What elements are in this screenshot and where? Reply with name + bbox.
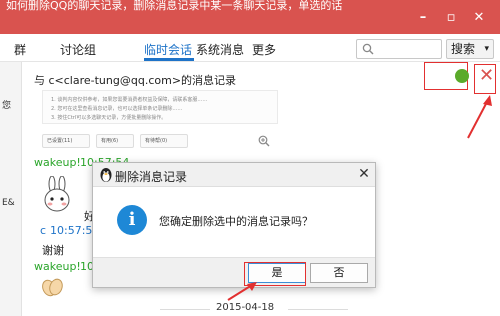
arrow-to-delete-icon — [467, 99, 489, 139]
tab-groups[interactable]: 群 — [14, 41, 26, 58]
pill-button[interactable]: 有用(6) — [96, 134, 134, 148]
info-icon: i — [117, 205, 147, 235]
delete-record-icon[interactable]: ✕ — [479, 66, 494, 86]
restore-button[interactable]: ▫ — [440, 10, 462, 26]
rabbit-sticker-icon — [44, 176, 70, 212]
dialog-message: 您确定删除选中的消息记录吗？ — [159, 215, 313, 228]
date-divider-line — [288, 309, 348, 310]
preview-line: 1. 谈判内容仅供参考，如果您需要消费者权益及保障，请联系客服…… — [51, 97, 208, 103]
message-record-header: 与 c<clare-tung@qq.com>的消息记录 — [34, 74, 237, 87]
quoted-message-card: 1. 谈判内容仅供参考，如果您需要消费者权益及保障，请联系客服…… 2. 您可在… — [42, 90, 278, 124]
nav-bar: 群 讨论组 临时会话 系统消息 更多 搜索 ▾ — [0, 34, 500, 62]
tab-discussions[interactable]: 讨论组 — [60, 41, 96, 58]
preview-line: 3. 按住Ctrl可以多选聊天记录，方便批量删除操作。 — [51, 115, 167, 121]
dialog-close-button[interactable]: ✕ — [355, 165, 373, 183]
left-strip-text: 您 — [2, 101, 12, 111]
date-divider-line — [160, 309, 210, 310]
qq-penguin-icon — [100, 168, 112, 182]
refresh-icon[interactable] — [455, 69, 469, 83]
arrow-head — [483, 95, 492, 106]
tab-more[interactable]: 更多 — [252, 41, 276, 58]
chevron-down-icon: ▾ — [484, 44, 489, 54]
window-title: 如何删除QQ的聊天记录，删除消息记录中某一条聊天记录，单选的话 — [6, 0, 343, 12]
contact-list-edge: 您 E& — [0, 62, 22, 316]
title-bar: 如何删除QQ的聊天记录，删除消息记录中某一条聊天记录，单选的话 – ▫ ✕ — [0, 0, 500, 34]
dialog-title: 删除消息记录 — [115, 170, 188, 184]
highlight-box — [244, 262, 306, 286]
zoom-in-icon[interactable] — [258, 135, 270, 147]
left-strip-text: E& — [2, 198, 15, 208]
date-separator: 2015-04-18 — [216, 302, 275, 313]
delete-records-dialog: 删除消息记录 ✕ i 您确定删除选中的消息记录吗？ 是 否 — [92, 162, 376, 288]
active-tab-indicator — [144, 58, 194, 61]
dialog-title-bar[interactable]: 删除消息记录 ✕ — [93, 163, 375, 187]
sender-name: c — [40, 224, 47, 237]
sender-name: wakeup! — [34, 156, 81, 169]
search-button-label: 搜索 — [451, 42, 476, 56]
sender-name: wakeup! — [34, 260, 81, 273]
close-window-button[interactable]: ✕ — [468, 10, 490, 26]
dialog-footer: 是 否 — [93, 257, 375, 287]
minimize-button[interactable]: – — [412, 10, 434, 26]
search-input[interactable] — [356, 39, 442, 59]
pill-button[interactable]: 已设置(11) — [42, 134, 90, 148]
tab-system-messages[interactable]: 系统消息 — [196, 41, 244, 58]
search-icon — [362, 43, 374, 55]
message-text: 谢谢 — [42, 244, 64, 257]
cancel-no-button[interactable]: 否 — [310, 263, 368, 283]
tab-temp-sessions[interactable]: 临时会话 — [144, 41, 192, 58]
preview-line: 2. 您可在这里查看消息记录，也可以选择单条记录删除…… — [51, 106, 183, 112]
pill-button[interactable]: 有待帮(0) — [140, 134, 188, 148]
search-button[interactable]: 搜索 ▾ — [446, 39, 494, 59]
clapping-hands-icon — [42, 278, 63, 297]
